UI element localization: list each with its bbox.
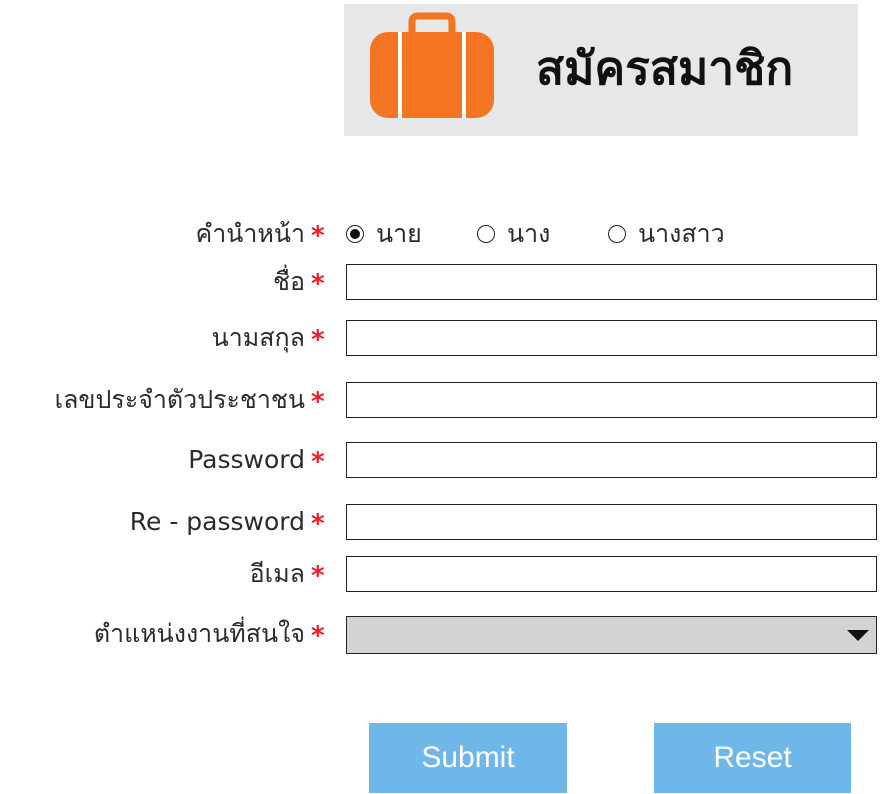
first-name-label: ชื่อ	[273, 267, 305, 296]
last-name-row: นามสกุล *	[0, 318, 881, 358]
required-marker: *	[311, 325, 325, 355]
password-input[interactable]	[346, 442, 877, 478]
first-name-input[interactable]	[346, 264, 877, 300]
re-password-row: Re - password *	[0, 502, 881, 542]
chevron-down-icon[interactable]	[847, 630, 869, 641]
national-id-row: เลขประจำตัวประชาชน *	[0, 380, 881, 420]
required-marker: *	[311, 221, 325, 251]
radio-miss-circle[interactable]	[608, 225, 626, 243]
reset-button[interactable]: Reset	[654, 723, 851, 793]
required-marker: *	[311, 447, 325, 477]
re-password-label: Re - password	[129, 507, 305, 536]
required-marker: *	[311, 269, 325, 299]
required-marker: *	[311, 509, 325, 539]
email-row: อีเมล *	[0, 554, 881, 594]
header-banner: สมัครสมาชิก	[344, 4, 858, 136]
position-select[interactable]	[346, 616, 877, 654]
position-row: ตำแหน่งงานที่สนใจ *	[0, 614, 881, 654]
radio-mrs-label: นาง	[507, 219, 551, 248]
position-label: ตำแหน่งงานที่สนใจ	[93, 619, 305, 648]
re-password-input[interactable]	[346, 504, 877, 540]
password-row: Password *	[0, 440, 881, 480]
required-marker: *	[311, 621, 325, 651]
radio-mr-label: นาย	[376, 219, 422, 248]
email-input[interactable]	[346, 556, 877, 592]
radio-mrs[interactable]: นาง	[477, 214, 550, 254]
national-id-label: เลขประจำตัวประชาชน	[54, 385, 305, 414]
first-name-row: ชื่อ *	[0, 262, 881, 302]
password-label: Password	[188, 445, 305, 474]
national-id-input[interactable]	[346, 382, 877, 418]
radio-mr-circle[interactable]	[346, 225, 364, 243]
radio-miss[interactable]: นางสาว	[608, 214, 725, 254]
title-prefix-label: คำนำหน้า	[195, 219, 306, 248]
last-name-input[interactable]	[346, 320, 877, 356]
radio-miss-label: นางสาว	[638, 219, 725, 248]
radio-mrs-circle[interactable]	[477, 225, 495, 243]
required-marker: *	[311, 387, 325, 417]
required-marker: *	[311, 561, 325, 591]
page-title: สมัครสมาชิก	[536, 41, 794, 95]
radio-mr[interactable]: นาย	[346, 214, 422, 254]
title-prefix-row: คำนำหน้า * นาย นาง นางสาว	[0, 214, 881, 254]
last-name-label: นามสกุล	[211, 323, 305, 352]
email-label: อีเมล	[249, 559, 305, 588]
suitcase-icon	[370, 12, 494, 118]
submit-button[interactable]: Submit	[369, 723, 567, 793]
